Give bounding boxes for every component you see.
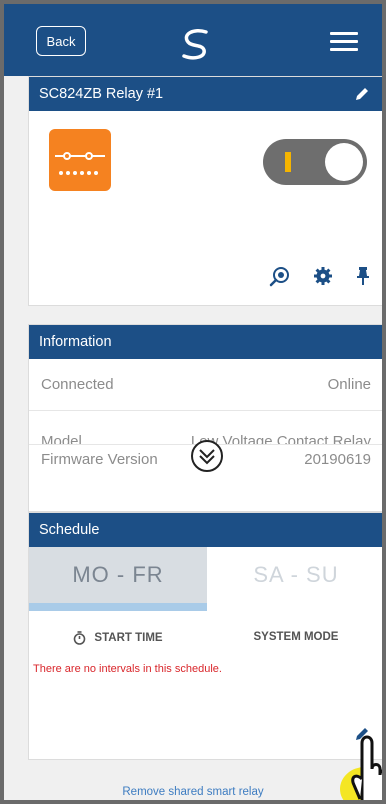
stopwatch-icon bbox=[74, 631, 86, 645]
tab-weekend[interactable]: SA - SU bbox=[207, 547, 382, 603]
info-label: Firmware Version bbox=[41, 451, 158, 468]
remove-shared-relay-link[interactable]: Remove shared smart relay bbox=[4, 786, 382, 798]
device-card: SC824ZB Relay #1 bbox=[28, 76, 382, 306]
schedule-columns: START TIME SYSTEM MODE bbox=[29, 631, 382, 645]
active-tab-indicator bbox=[29, 603, 207, 611]
info-label: Model bbox=[41, 433, 82, 445]
app-frame: Back SC824ZB Relay #1 Information Connec… bbox=[0, 0, 386, 804]
edit-name-pencil-icon[interactable] bbox=[353, 85, 371, 103]
scroll-down-chevron-icon[interactable] bbox=[190, 439, 224, 473]
start-time-column: START TIME bbox=[29, 631, 207, 645]
start-time-header: START TIME bbox=[94, 632, 163, 644]
view-details-icon[interactable] bbox=[269, 265, 291, 287]
relay-device-icon bbox=[49, 129, 111, 191]
info-label: Connected bbox=[41, 376, 114, 393]
hamburger-menu-icon[interactable] bbox=[330, 32, 358, 52]
tab-weekdays[interactable]: MO - FR bbox=[29, 547, 207, 603]
device-card-header: SC824ZB Relay #1 bbox=[29, 77, 382, 111]
back-button[interactable]: Back bbox=[36, 26, 86, 56]
app-logo-icon bbox=[182, 29, 208, 60]
information-header: Information bbox=[29, 325, 382, 359]
relay-power-toggle[interactable] bbox=[263, 139, 367, 185]
gear-icon[interactable] bbox=[313, 266, 333, 286]
schedule-tabs: MO - FR SA - SU bbox=[29, 547, 382, 611]
tap-hand-pointer-icon bbox=[340, 735, 382, 800]
schedule-card: Schedule MO - FR SA - SU START TIME SYST… bbox=[28, 512, 382, 760]
device-actions bbox=[269, 265, 371, 287]
information-card: Information Connected Online Model Low V… bbox=[28, 324, 382, 512]
schedule-header: Schedule bbox=[29, 513, 382, 547]
no-intervals-message: There are no intervals in this schedule. bbox=[33, 663, 222, 675]
info-value: 20190619 bbox=[304, 451, 371, 468]
system-mode-header: SYSTEM MODE bbox=[253, 631, 339, 643]
info-row-connected: Connected Online bbox=[29, 359, 382, 411]
device-title: SC824ZB Relay #1 bbox=[39, 86, 164, 102]
top-bar: Back bbox=[4, 4, 382, 76]
pin-icon[interactable] bbox=[355, 266, 371, 286]
info-value: Online bbox=[327, 376, 371, 393]
